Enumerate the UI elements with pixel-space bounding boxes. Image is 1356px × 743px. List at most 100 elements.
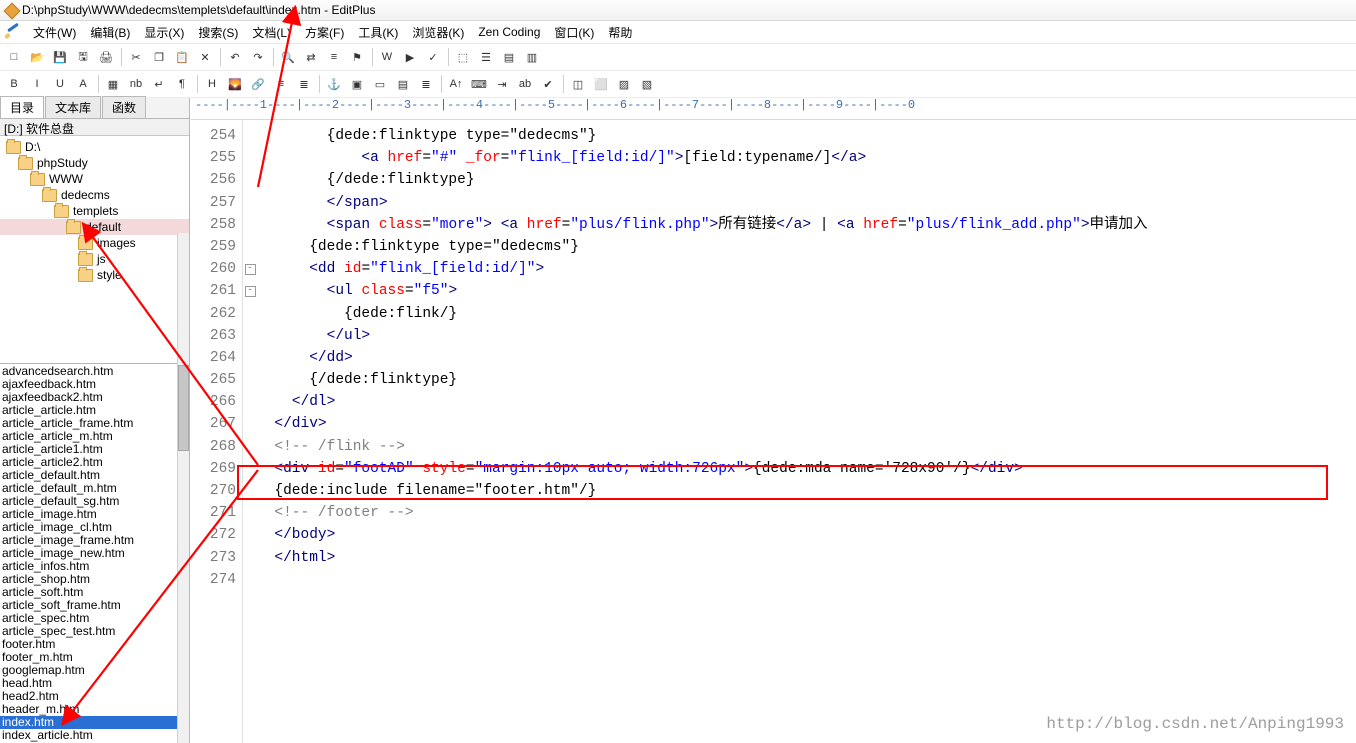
find-button[interactable]: 🔍	[277, 46, 299, 68]
code-line[interactable]: </html>	[257, 547, 1356, 569]
menu-project[interactable]: 方案(F)	[298, 22, 351, 43]
preview-browser-button[interactable]: ▶	[399, 46, 421, 68]
directory-window-button[interactable]: ☰	[475, 46, 497, 68]
tree-node-js[interactable]: js	[0, 250, 189, 267]
menu-window[interactable]: 窗口(K)	[547, 22, 601, 43]
code-line[interactable]: </div>	[257, 413, 1356, 435]
delete-button[interactable]: ✕	[194, 46, 216, 68]
preview-button[interactable]: ▨	[613, 73, 635, 95]
code-editor[interactable]: 254 255 256 257 258 259 260 261 262 263 264 265 266 2…	[191, 120, 1356, 743]
drive-selector[interactable]: [D:] 软件总盘	[0, 119, 189, 136]
clip-library-button[interactable]: ▥	[521, 46, 543, 68]
code-line[interactable]: {dede:flink/}	[257, 303, 1356, 325]
file-list-scrollbar[interactable]	[177, 365, 189, 743]
cut-button[interactable]: ✂	[125, 46, 147, 68]
underline-button[interactable]: U	[49, 73, 71, 95]
code-line[interactable]: {/dede:flinktype}	[257, 369, 1356, 391]
tab-directory[interactable]: 目录	[0, 96, 45, 118]
code-line[interactable]: {dede:include filename="footer.htm"/}	[257, 480, 1356, 502]
bold-button[interactable]: B	[3, 73, 25, 95]
open-file-button[interactable]: 📂	[26, 46, 48, 68]
code-line[interactable]: <span class="more"> <a href="plus/flink.…	[257, 214, 1356, 236]
code-line[interactable]: <!-- /flink -->	[257, 436, 1356, 458]
menu-view[interactable]: 显示(X)	[137, 22, 191, 43]
fold-toggle-icon[interactable]: -	[243, 280, 257, 302]
tab-functions[interactable]: 函数	[102, 96, 147, 118]
code-line[interactable]: </ul>	[257, 325, 1356, 347]
paragraph-button[interactable]: ¶	[171, 73, 193, 95]
code-line[interactable]: </dd>	[257, 347, 1356, 369]
code-line[interactable]: </dl>	[257, 391, 1356, 413]
list-ordered-button[interactable]: ≣	[293, 73, 315, 95]
tree-node-d[interactable]: D:\	[0, 138, 189, 155]
save-button[interactable]: 💾	[49, 46, 71, 68]
indent-button[interactable]: ⇥	[491, 73, 513, 95]
heading-button[interactable]: H	[201, 73, 223, 95]
tree-node-dedecms[interactable]: dedecms	[0, 186, 189, 203]
menu-search[interactable]: 搜索(S)	[191, 22, 245, 43]
spellcheck-button[interactable]: ✓	[422, 46, 444, 68]
html-toolbar-button[interactable]: W	[376, 46, 398, 68]
tab-cliptext[interactable]: 文本库	[45, 96, 102, 118]
menu-document[interactable]: 文档(L)	[245, 22, 298, 43]
code-line[interactable]	[257, 569, 1356, 591]
code-line[interactable]: <ul class="f5">	[257, 280, 1356, 302]
split-view-button[interactable]: ◫	[567, 73, 589, 95]
validate-button[interactable]: ✔	[537, 73, 559, 95]
input-text-button[interactable]: ▭	[369, 73, 391, 95]
tree-node-phpstudy[interactable]: phpStudy	[0, 154, 189, 171]
code-line[interactable]: {dede:flinktype type="dedecms"}	[257, 125, 1356, 147]
image-button[interactable]: 🌄	[224, 73, 246, 95]
tree-node-www[interactable]: WWW	[0, 170, 189, 187]
hyperlink-button[interactable]: 🔗	[247, 73, 269, 95]
fold-column[interactable]: --	[243, 120, 257, 743]
font-color-button[interactable]: A	[72, 73, 94, 95]
code-content[interactable]: {dede:flinktype type="dedecms"} <a href=…	[257, 120, 1356, 743]
comment-button[interactable]: ⌨	[468, 73, 490, 95]
tree-node-style[interactable]: style	[0, 266, 189, 283]
file-list-scroll-thumb[interactable]	[178, 365, 189, 451]
tree-node-templets[interactable]: templets	[0, 202, 189, 219]
output-window-button[interactable]: ▤	[498, 46, 520, 68]
print-button[interactable]: 🖨	[95, 46, 117, 68]
new-file-button[interactable]: □	[3, 46, 25, 68]
code-line[interactable]: <div id="footAD" style="margin:10px auto…	[257, 458, 1356, 480]
textarea-button[interactable]: ▤	[392, 73, 414, 95]
abbr-button[interactable]: ab	[514, 73, 536, 95]
paste-button[interactable]: 📋	[171, 46, 193, 68]
italic-button[interactable]: I	[26, 73, 48, 95]
window-tile-button[interactable]: ⬚	[452, 46, 474, 68]
fullscreen-button[interactable]: ⬜	[590, 73, 612, 95]
menu-help[interactable]: 帮助	[601, 22, 639, 43]
select-button[interactable]: ≣	[415, 73, 437, 95]
code-line[interactable]: </span>	[257, 192, 1356, 214]
tree-scrollbar[interactable]	[177, 233, 189, 365]
code-line[interactable]: <!-- /footer -->	[257, 502, 1356, 524]
undo-button[interactable]: ↶	[224, 46, 246, 68]
table-button[interactable]: ▦	[102, 73, 124, 95]
menu-file[interactable]: 文件(W)	[26, 22, 83, 43]
clip-button[interactable]: ▧	[636, 73, 658, 95]
anchor-button[interactable]: ⚓	[323, 73, 345, 95]
goto-button[interactable]: ≡	[323, 46, 345, 68]
code-line[interactable]: {/dede:flinktype}	[257, 169, 1356, 191]
code-line[interactable]: <dd id="flink_[field:id/]">	[257, 258, 1356, 280]
nbsp-button[interactable]: nb	[125, 73, 147, 95]
bookmark-button[interactable]: ⚑	[346, 46, 368, 68]
tree-node-images[interactable]: images	[0, 234, 189, 251]
uppercase-button[interactable]: A↑	[445, 73, 467, 95]
file-list[interactable]: advancedsearch.htm ajaxfeedback.htm ajaxfe…	[0, 365, 189, 743]
menu-edit[interactable]: 编辑(B)	[83, 22, 137, 43]
code-line[interactable]: <a href="#" _for="flink_[field:id/]">[fi…	[257, 147, 1356, 169]
tree-node-default[interactable]: default	[0, 218, 189, 235]
code-line[interactable]: </body>	[257, 524, 1356, 546]
linebreak-button[interactable]: ↵	[148, 73, 170, 95]
replace-button[interactable]: ⇄	[300, 46, 322, 68]
code-line[interactable]: {dede:flinktype type="dedecms"}	[257, 236, 1356, 258]
menu-zen-coding[interactable]: Zen Coding	[471, 23, 547, 41]
menu-browser[interactable]: 浏览器(K)	[405, 22, 471, 43]
menu-tools[interactable]: 工具(K)	[351, 22, 405, 43]
fold-toggle-icon[interactable]: -	[243, 258, 257, 280]
redo-button[interactable]: ↷	[247, 46, 269, 68]
list-unordered-button[interactable]: ≡	[270, 73, 292, 95]
